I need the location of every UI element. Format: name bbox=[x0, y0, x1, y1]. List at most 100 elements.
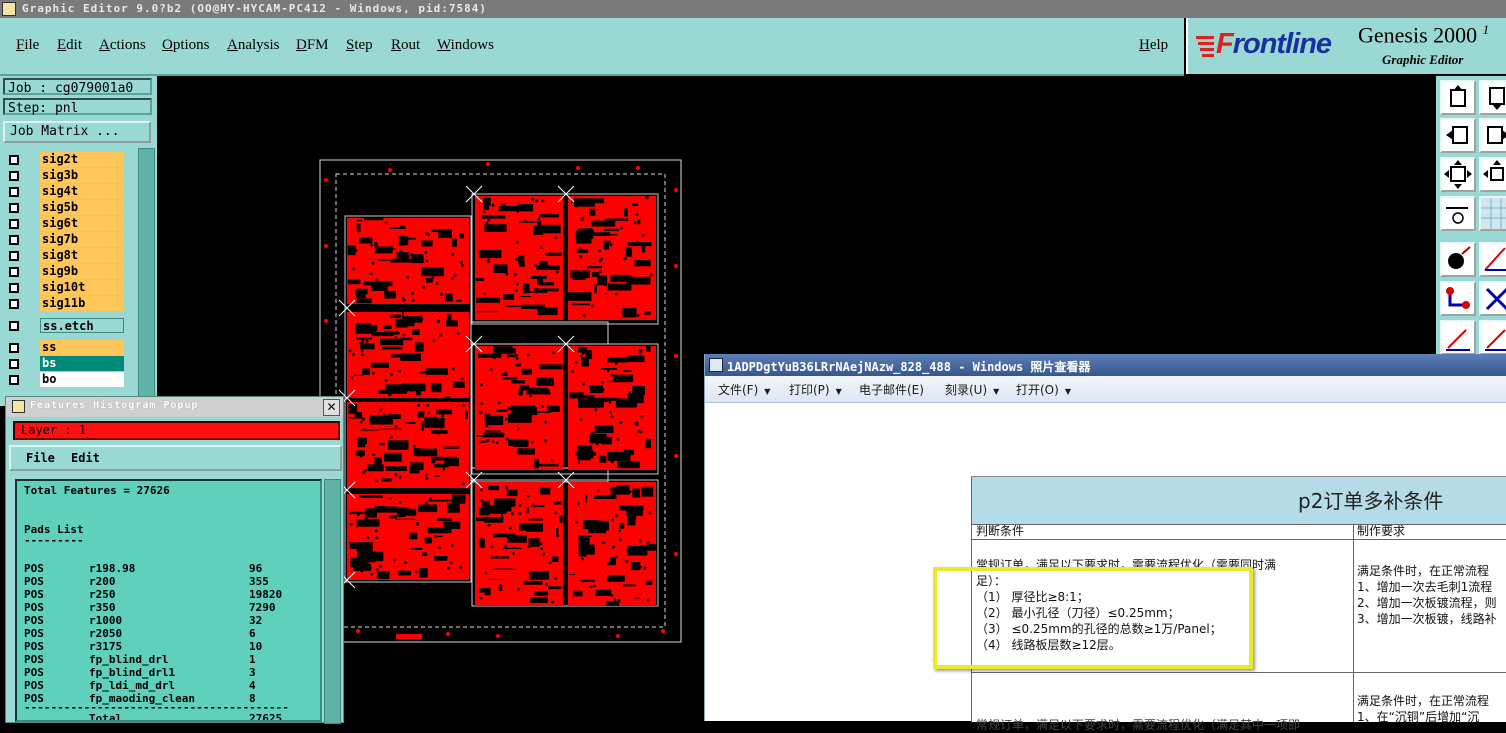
menu-dfm[interactable]: DFM bbox=[296, 37, 329, 54]
layer-row-sig7b[interactable]: sig7b bbox=[6, 232, 124, 248]
layer-row-sig9b[interactable]: sig9b bbox=[6, 264, 124, 280]
fiducial-dot bbox=[661, 629, 665, 633]
condition-intro-partial: 常规订单，满足以下要求时，需要流程优化（满足其中一项即 bbox=[976, 718, 1301, 732]
viewer-menu-item[interactable]: 电子邮件(E) bbox=[859, 381, 924, 398]
layer-checkbox[interactable] bbox=[9, 343, 19, 353]
layer-checkbox[interactable] bbox=[9, 321, 19, 331]
zoom-fit-tool[interactable] bbox=[1440, 157, 1476, 192]
layer-row-sig10t[interactable]: sig10t bbox=[6, 280, 124, 296]
layer-checkbox[interactable] bbox=[9, 187, 19, 197]
layer-name[interactable]: bo bbox=[40, 372, 124, 387]
layer-row-ss[interactable]: ss bbox=[6, 340, 124, 356]
layer-name[interactable]: ss bbox=[40, 340, 124, 355]
layer-row-sig6t[interactable]: sig6t bbox=[6, 216, 124, 232]
pcb-board bbox=[568, 482, 656, 606]
layer-name[interactable]: sig5b bbox=[40, 200, 124, 215]
fiducial-dot bbox=[324, 319, 328, 323]
layer-row-sig11b[interactable]: sig11b bbox=[6, 296, 124, 312]
menu-actions[interactable]: Actions bbox=[99, 37, 146, 54]
requirement-line: 3、增加一次板镀，线路补 bbox=[1357, 612, 1497, 626]
layer-row-bo[interactable]: bo bbox=[6, 372, 124, 388]
pad-type: POS bbox=[24, 575, 44, 588]
layer-checkbox[interactable] bbox=[9, 299, 19, 309]
draw-arc-tool[interactable] bbox=[1479, 320, 1506, 355]
layer-list-scrollbar[interactable] bbox=[138, 148, 155, 408]
document-title: p2订单多补条件 bbox=[1298, 489, 1444, 513]
photo-viewer-icon bbox=[709, 358, 723, 372]
layer-name[interactable]: sig10t bbox=[40, 280, 124, 295]
grid-tool[interactable] bbox=[1479, 196, 1506, 231]
popup-menu-bar: File Edit bbox=[9, 445, 342, 471]
viewer-menu-item[interactable]: 文件(F) ▼ bbox=[718, 381, 770, 398]
layer-name[interactable]: sig11b bbox=[40, 296, 124, 311]
layer-name[interactable]: bs bbox=[40, 356, 124, 371]
menu-windows[interactable]: Windows bbox=[437, 37, 494, 54]
pan-up-tool[interactable] bbox=[1440, 80, 1476, 115]
popup-menu-file[interactable]: File bbox=[26, 451, 55, 465]
pad-type: POS bbox=[24, 614, 44, 627]
menu-file[interactable]: File bbox=[16, 37, 39, 54]
layer-checkbox[interactable] bbox=[9, 235, 19, 245]
layer-row-bs[interactable]: bs bbox=[6, 356, 124, 372]
connect-points-tool[interactable] bbox=[1440, 281, 1476, 316]
menu-rout[interactable]: Rout bbox=[391, 37, 420, 54]
menu-help[interactable]: Help bbox=[1139, 37, 1168, 54]
viewer-menu-item[interactable]: 打开(O) ▼ bbox=[1016, 381, 1071, 398]
layer-indicator: Layer : 1 bbox=[13, 421, 340, 440]
menu-step[interactable]: Step bbox=[346, 37, 373, 54]
menu-options[interactable]: Options bbox=[162, 37, 210, 54]
layer-checkbox[interactable] bbox=[9, 359, 19, 369]
menu-edit[interactable]: Edit bbox=[57, 37, 82, 54]
popup-title: Features Histogram Popup bbox=[30, 400, 199, 411]
layer-checkbox[interactable] bbox=[9, 267, 19, 277]
layer-name[interactable]: ss.etch bbox=[40, 318, 124, 333]
features-histogram-popup: Features Histogram Popup ✕ Layer : 1 Fil… bbox=[5, 396, 344, 724]
right-toolbar bbox=[1436, 76, 1506, 355]
layer-name[interactable]: sig9b bbox=[40, 264, 124, 279]
cross-tool[interactable] bbox=[1479, 281, 1506, 316]
histogram-scrollbar[interactable] bbox=[324, 479, 341, 724]
layer-row-ss.etch[interactable]: ss.etch bbox=[6, 318, 124, 334]
layer-name[interactable]: sig3b bbox=[40, 168, 124, 183]
pcb-board bbox=[347, 402, 469, 488]
close-icon[interactable]: ✕ bbox=[323, 399, 340, 416]
viewer-menu-item[interactable]: 打印(P) ▼ bbox=[789, 381, 842, 398]
pad-type: POS bbox=[24, 562, 44, 575]
pad-tool[interactable] bbox=[1440, 242, 1476, 277]
layer-row-sig5b[interactable]: sig5b bbox=[6, 200, 124, 216]
layer-row-sig2t[interactable]: sig2t bbox=[6, 152, 124, 168]
layer-name[interactable]: sig7b bbox=[40, 232, 124, 247]
layer-checkbox[interactable] bbox=[9, 219, 19, 229]
pan-right-tool[interactable] bbox=[1479, 118, 1506, 153]
pan-left-tool[interactable] bbox=[1440, 118, 1476, 153]
layer-checkbox[interactable] bbox=[9, 375, 19, 385]
layer-checkbox[interactable] bbox=[9, 251, 19, 261]
pan-down-tool[interactable] bbox=[1479, 80, 1506, 115]
layer-row-sig8t[interactable]: sig8t bbox=[6, 248, 124, 264]
job-matrix-button[interactable]: Job Matrix ... bbox=[3, 121, 151, 143]
layer-name[interactable]: sig8t bbox=[40, 248, 124, 263]
chevron-down-icon: ▼ bbox=[1064, 387, 1071, 396]
layer-checkbox[interactable] bbox=[9, 171, 19, 181]
layer-name[interactable]: sig4t bbox=[40, 184, 124, 199]
line-tool[interactable] bbox=[1479, 242, 1506, 277]
menu-analysis[interactable]: Analysis bbox=[227, 37, 280, 54]
zoom-in-tool[interactable] bbox=[1479, 157, 1506, 192]
measure-tool[interactable] bbox=[1440, 196, 1476, 231]
histogram-text-area[interactable]: Total Features = 27626 Pads List -------… bbox=[15, 479, 322, 722]
fiducial-dot bbox=[446, 632, 450, 636]
popup-menu-edit[interactable]: Edit bbox=[71, 451, 100, 465]
layer-row-sig3b[interactable]: sig3b bbox=[6, 168, 124, 184]
layer-checkbox[interactable] bbox=[9, 155, 19, 165]
layer-name[interactable]: sig6t bbox=[40, 216, 124, 231]
layer-checkbox[interactable] bbox=[9, 283, 19, 293]
layer-checkbox[interactable] bbox=[9, 203, 19, 213]
fiducial-dot bbox=[616, 634, 620, 638]
viewer-menu-item[interactable]: 刻录(U) ▼ bbox=[945, 381, 999, 398]
draw-line-tool[interactable] bbox=[1440, 320, 1476, 355]
layer-row-sig4t[interactable]: sig4t bbox=[6, 184, 124, 200]
highlight-box bbox=[933, 567, 1253, 669]
pad-count: 1 bbox=[249, 653, 256, 666]
layer-name[interactable]: sig2t bbox=[40, 152, 124, 167]
fiducial-dot bbox=[324, 244, 328, 248]
